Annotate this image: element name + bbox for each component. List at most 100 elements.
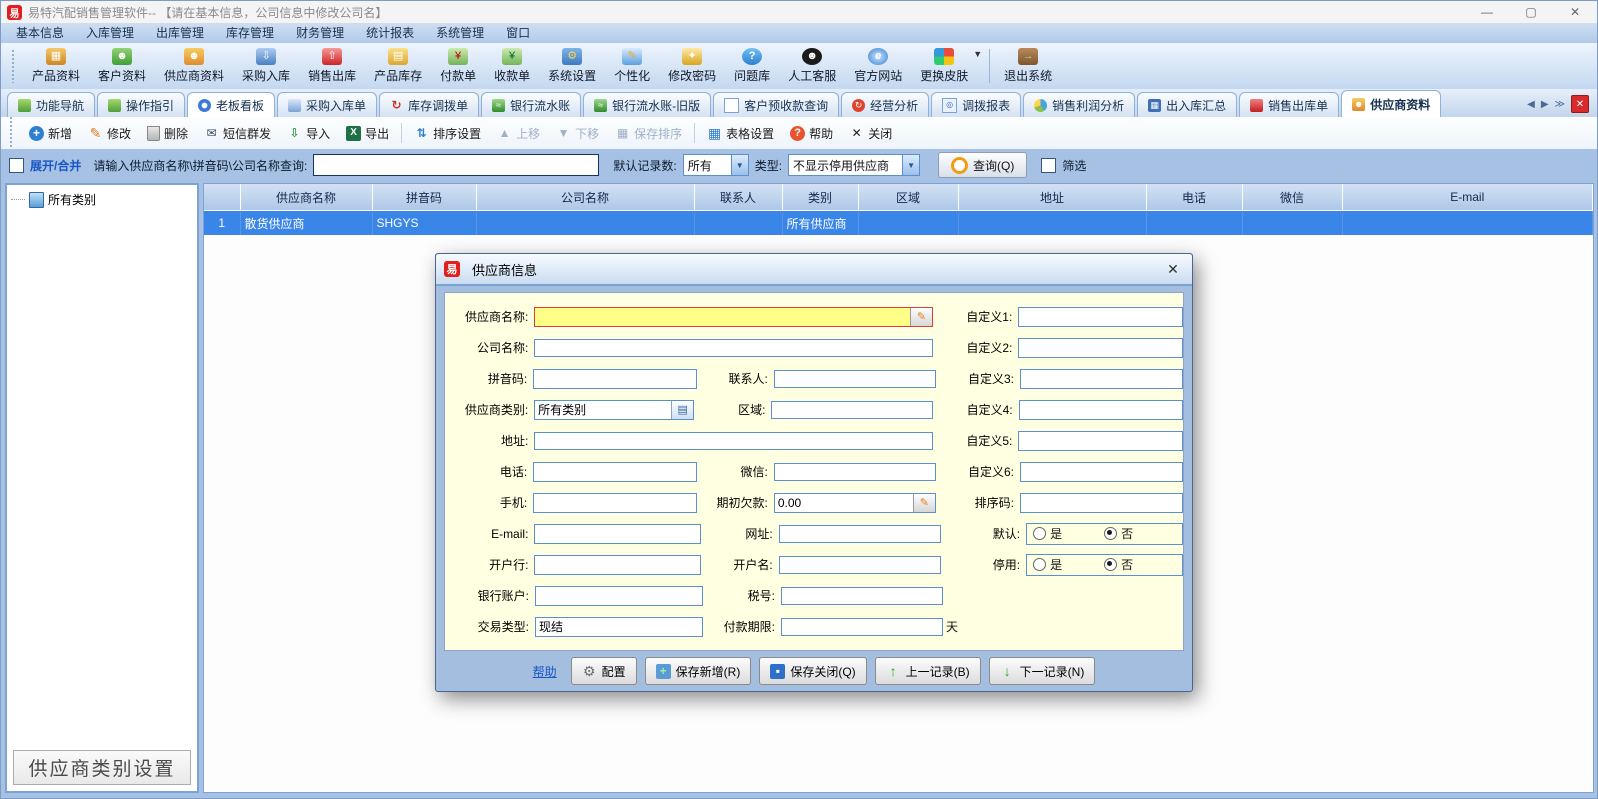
column-header-category[interactable]: 类别 [782,184,858,211]
tab-stock-transfer-order[interactable]: 库存调拨单 [379,92,479,117]
menu-item-inventory-mgmt[interactable]: 库存管理 [215,23,285,43]
table-row[interactable]: 1 散货供应商 SHGYS 所有供应商 [204,211,1593,236]
toolbar-item-supplier-data[interactable]: 供应商资料 [155,46,233,86]
edit-pencil-icon[interactable]: ✎ [913,494,935,512]
tab-business-analysis[interactable]: 经营分析 [841,92,929,117]
address-input[interactable] [534,432,933,450]
column-header-supplier-name[interactable]: 供应商名称 [240,184,372,211]
sort-code-input[interactable] [1020,493,1183,513]
disabled-yes-radio[interactable] [1033,558,1046,571]
search-input[interactable] [313,154,599,176]
toolbar-item-personalization[interactable]: 个性化 [605,46,659,86]
bank-account-input[interactable] [535,586,703,606]
tree-node-all-categories[interactable]: 所有类别 [7,185,197,208]
edit-button[interactable]: 修改 [80,125,139,142]
move-down-button[interactable]: 下移 [548,125,607,142]
toolbar-item-purchase-in[interactable]: 采购入库 [233,46,299,86]
tab-bank-flow-old[interactable]: 银行流水账-旧版 [583,92,711,117]
supplier-type-select[interactable]: 不显示停用供应商 ▼ [788,154,920,176]
menu-item-inbound-mgmt[interactable]: 入库管理 [75,23,145,43]
minimize-button[interactable]: — [1465,1,1509,23]
dialog-close-icon[interactable]: ✕ [1162,261,1184,278]
tab-supplier-data[interactable]: 供应商资料 [1341,90,1441,117]
custom4-input[interactable] [1019,400,1183,420]
query-button[interactable]: 查询(Q) [938,152,1027,178]
wechat-input[interactable] [774,463,936,481]
toolbar-item-payment-bill[interactable]: 付款单 [431,46,485,86]
toolbar-item-official-website[interactable]: 官方网站 [845,46,911,86]
contact-input[interactable] [774,370,936,388]
dialog-help-link[interactable]: 帮助 [533,663,557,680]
payment-term-input[interactable] [781,618,943,636]
toolbar-item-receipt-bill[interactable]: 收款单 [485,46,539,86]
account-name-input[interactable] [779,556,941,574]
tab-customer-prepay-query[interactable]: 客户预收款查询 [713,92,839,117]
disabled-no-radio[interactable] [1104,558,1117,571]
toolbar-grip[interactable] [11,49,15,83]
tab-inout-summary[interactable]: 出入库汇总 [1137,92,1237,117]
tab-scroll-right-icon[interactable]: ▶ [1541,99,1549,110]
column-header-phone[interactable]: 电话 [1146,184,1242,211]
close-tab-button[interactable]: 关闭 [841,125,900,142]
category-picker-icon[interactable] [671,401,693,419]
tab-function-nav[interactable]: 功能导航 [7,92,95,117]
column-header-address[interactable]: 地址 [958,184,1146,211]
filter-checkbox[interactable] [1041,158,1056,173]
tab-list-icon[interactable]: ≫ [1555,99,1565,110]
toolbar-item-product-stock[interactable]: 产品库存 [365,46,431,86]
column-header-wechat[interactable]: 微信 [1242,184,1342,211]
column-header-pinyin[interactable]: 拼音码 [372,184,476,211]
menu-item-outbound-mgmt[interactable]: 出库管理 [145,23,215,43]
custom2-input[interactable] [1018,338,1183,358]
previous-record-button[interactable]: 上一记录(B) [875,657,981,685]
bank-input[interactable] [534,555,701,575]
sms-broadcast-button[interactable]: 短信群发 [196,125,279,142]
tax-no-input[interactable] [781,587,943,605]
supplier-category-input[interactable] [535,401,671,419]
phone-input[interactable] [533,462,697,482]
tab-operation-guide[interactable]: 操作指引 [97,92,185,117]
import-button[interactable]: 导入 [279,125,338,142]
list-toolbar-grip[interactable] [9,116,13,150]
supplier-category-settings-button[interactable]: 供应商类别设置 [13,750,191,785]
column-header-email[interactable]: E-mail [1342,184,1593,211]
opening-debt-input[interactable] [775,494,913,512]
default-no-radio[interactable] [1104,527,1117,540]
tab-scroll-left-icon[interactable]: ◀ [1527,99,1535,110]
menu-item-system-mgmt[interactable]: 系统管理 [425,23,495,43]
column-header-company-name[interactable]: 公司名称 [476,184,694,211]
add-button[interactable]: 新增 [21,125,80,142]
supplier-name-input[interactable] [535,308,910,326]
tab-purchase-in-order[interactable]: 采购入库单 [277,92,377,117]
tab-close-icon[interactable]: ✕ [1571,95,1589,113]
toolbar-item-system-settings[interactable]: 系统设置 [539,46,605,86]
trade-type-input[interactable] [535,617,703,637]
menu-item-basic-info[interactable]: 基本信息 [5,23,75,43]
custom1-input[interactable] [1018,307,1183,327]
default-yes-radio[interactable] [1033,527,1046,540]
save-sort-button[interactable]: 保存排序 [607,125,690,142]
close-button[interactable]: ✕ [1553,1,1597,23]
column-header-rownum[interactable] [204,184,240,211]
tab-transfer-report[interactable]: 调拨报表 [931,92,1021,117]
toolbar-item-exit-system[interactable]: 退出系统 [995,46,1061,86]
column-header-region[interactable]: 区域 [858,184,958,211]
toolbar-item-change-password[interactable]: 修改密码 [659,46,725,86]
config-button[interactable]: 配置 [571,657,637,685]
expand-collapse-link[interactable]: 展开/合并 [30,157,81,174]
toolbar-item-question-bank[interactable]: 问题库 [725,46,779,86]
custom3-input[interactable] [1020,369,1183,389]
company-name-input[interactable] [534,339,933,357]
menu-item-finance-mgmt[interactable]: 财务管理 [285,23,355,43]
custom5-input[interactable] [1018,431,1183,451]
tab-bank-flow[interactable]: 银行流水账 [481,92,581,117]
help-button[interactable]: 帮助 [782,125,841,142]
grid-settings-button[interactable]: 表格设置 [699,125,782,142]
email-input[interactable] [534,524,701,544]
toolbar-item-sales-out[interactable]: 销售出库 [299,46,365,86]
save-and-close-button[interactable]: 保存关闭(Q) [759,657,866,685]
sort-settings-button[interactable]: 排序设置 [406,125,489,142]
expand-collapse-checkbox[interactable] [9,158,24,173]
mobile-input[interactable] [533,493,697,513]
next-record-button[interactable]: 下一记录(N) [989,657,1096,685]
